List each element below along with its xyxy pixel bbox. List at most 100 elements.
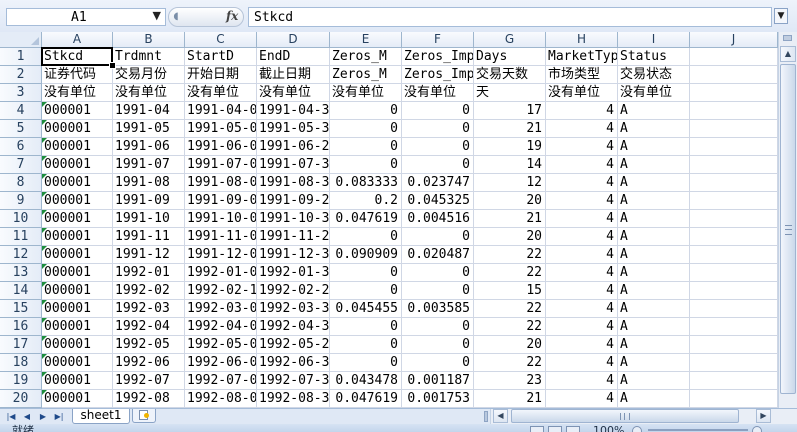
- cell-i11[interactable]: A: [618, 228, 690, 246]
- cell-b16[interactable]: 1992-04: [113, 318, 185, 336]
- cell-h2[interactable]: 市场类型: [546, 66, 618, 84]
- cell-f14[interactable]: 0: [402, 282, 474, 300]
- cell-i18[interactable]: A: [618, 354, 690, 372]
- cell-c4[interactable]: 1991-04-01: [185, 102, 257, 120]
- cell-b20[interactable]: 1992-08: [113, 390, 185, 408]
- cell-j16[interactable]: [690, 318, 778, 336]
- cell-b6[interactable]: 1991-06: [113, 138, 185, 156]
- row-header-14[interactable]: 14: [0, 282, 42, 300]
- cell-d5[interactable]: 1991-05-31: [257, 120, 330, 138]
- cell-b17[interactable]: 1992-05: [113, 336, 185, 354]
- zoom-level[interactable]: 100%: [593, 424, 624, 432]
- cell-h14[interactable]: 4: [546, 282, 618, 300]
- cell-i4[interactable]: A: [618, 102, 690, 120]
- cell-i9[interactable]: A: [618, 192, 690, 210]
- cell-h18[interactable]: 4: [546, 354, 618, 372]
- row-header-4[interactable]: 4: [0, 102, 42, 120]
- vertical-scroll-thumb[interactable]: [780, 64, 796, 394]
- cell-c9[interactable]: 1991-09-01: [185, 192, 257, 210]
- cell-d12[interactable]: 1991-12-31: [257, 246, 330, 264]
- cell-g1[interactable]: Days: [474, 48, 546, 66]
- cell-a15[interactable]: 000001: [42, 300, 113, 318]
- cell-d16[interactable]: 1992-04-30: [257, 318, 330, 336]
- cell-e16[interactable]: 0: [330, 318, 402, 336]
- cell-j11[interactable]: [690, 228, 778, 246]
- cell-g8[interactable]: 12: [474, 174, 546, 192]
- cell-f5[interactable]: 0: [402, 120, 474, 138]
- cell-f15[interactable]: 0.003585: [402, 300, 474, 318]
- cell-c5[interactable]: 1991-05-01: [185, 120, 257, 138]
- cell-e14[interactable]: 0: [330, 282, 402, 300]
- cell-c15[interactable]: 1992-03-01: [185, 300, 257, 318]
- cell-j13[interactable]: [690, 264, 778, 282]
- cell-j18[interactable]: [690, 354, 778, 372]
- cell-e5[interactable]: 0: [330, 120, 402, 138]
- row-header-6[interactable]: 6: [0, 138, 42, 156]
- cell-h3[interactable]: 没有单位: [546, 84, 618, 102]
- cell-e8[interactable]: 0.083333: [330, 174, 402, 192]
- cell-j19[interactable]: [690, 372, 778, 390]
- cell-b19[interactable]: 1992-07: [113, 372, 185, 390]
- cell-f13[interactable]: 0: [402, 264, 474, 282]
- cell-e11[interactable]: 0: [330, 228, 402, 246]
- horizontal-scroll-thumb[interactable]: [511, 409, 739, 423]
- split-handle[interactable]: [783, 35, 792, 41]
- cell-g17[interactable]: 20: [474, 336, 546, 354]
- fill-handle[interactable]: [109, 62, 116, 69]
- cell-i13[interactable]: A: [618, 264, 690, 282]
- cell-f20[interactable]: 0.001753: [402, 390, 474, 408]
- cell-c1[interactable]: StartD: [185, 48, 257, 66]
- cell-a1[interactable]: Stkcd: [42, 48, 113, 66]
- cell-i19[interactable]: A: [618, 372, 690, 390]
- cell-h9[interactable]: 4: [546, 192, 618, 210]
- row-header-18[interactable]: 18: [0, 354, 42, 372]
- cell-i8[interactable]: A: [618, 174, 690, 192]
- cell-b15[interactable]: 1992-03: [113, 300, 185, 318]
- cell-j15[interactable]: [690, 300, 778, 318]
- cell-j6[interactable]: [690, 138, 778, 156]
- cell-i1[interactable]: Status: [618, 48, 690, 66]
- cell-c10[interactable]: 1991-10-01: [185, 210, 257, 228]
- zoom-in-icon[interactable]: [752, 426, 762, 432]
- cell-f8[interactable]: 0.023747: [402, 174, 474, 192]
- row-header-10[interactable]: 10: [0, 210, 42, 228]
- row-header-11[interactable]: 11: [0, 228, 42, 246]
- cell-a19[interactable]: 000001: [42, 372, 113, 390]
- cell-b3[interactable]: 没有单位: [113, 84, 185, 102]
- cell-f4[interactable]: 0: [402, 102, 474, 120]
- zoom-out-icon[interactable]: [632, 426, 642, 432]
- cell-c17[interactable]: 1992-05-01: [185, 336, 257, 354]
- cell-h15[interactable]: 4: [546, 300, 618, 318]
- cell-c11[interactable]: 1991-11-01: [185, 228, 257, 246]
- cell-h11[interactable]: 4: [546, 228, 618, 246]
- cell-e3[interactable]: 没有单位: [330, 84, 402, 102]
- cell-h1[interactable]: MarketType: [546, 48, 618, 66]
- cell-g15[interactable]: 22: [474, 300, 546, 318]
- cell-d4[interactable]: 1991-04-30: [257, 102, 330, 120]
- cell-h7[interactable]: 4: [546, 156, 618, 174]
- cell-a2[interactable]: 证券代码: [42, 66, 113, 84]
- cell-b2[interactable]: 交易月份: [113, 66, 185, 84]
- column-header-i[interactable]: I: [618, 32, 690, 48]
- cell-a10[interactable]: 000001: [42, 210, 113, 228]
- cell-e7[interactable]: 0: [330, 156, 402, 174]
- cell-g5[interactable]: 21: [474, 120, 546, 138]
- cell-g16[interactable]: 22: [474, 318, 546, 336]
- cell-e6[interactable]: 0: [330, 138, 402, 156]
- cell-h5[interactable]: 4: [546, 120, 618, 138]
- zoom-slider[interactable]: [648, 429, 748, 431]
- cell-h8[interactable]: 4: [546, 174, 618, 192]
- cell-c12[interactable]: 1991-12-01: [185, 246, 257, 264]
- cell-c3[interactable]: 没有单位: [185, 84, 257, 102]
- cell-d14[interactable]: 1992-02-29: [257, 282, 330, 300]
- cell-h17[interactable]: 4: [546, 336, 618, 354]
- cell-f2[interactable]: Zeros_Imp: [402, 66, 474, 84]
- cell-b18[interactable]: 1992-06: [113, 354, 185, 372]
- cell-f10[interactable]: 0.004516: [402, 210, 474, 228]
- cell-j4[interactable]: [690, 102, 778, 120]
- cell-a17[interactable]: 000001: [42, 336, 113, 354]
- cell-j5[interactable]: [690, 120, 778, 138]
- cell-f19[interactable]: 0.001187: [402, 372, 474, 390]
- cell-c8[interactable]: 1991-08-01: [185, 174, 257, 192]
- cell-h10[interactable]: 4: [546, 210, 618, 228]
